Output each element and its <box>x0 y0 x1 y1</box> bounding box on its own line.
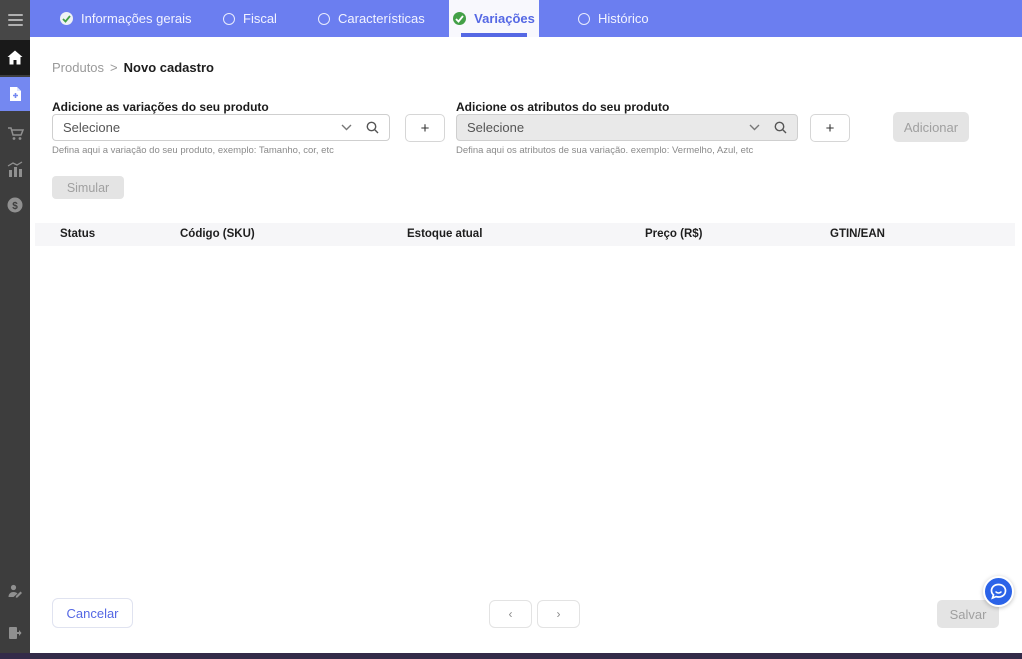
tab-historico[interactable]: Histórico <box>578 0 649 37</box>
bottom-window-edge <box>0 653 1022 659</box>
hamburger-icon <box>8 14 23 16</box>
variations-select[interactable]: Selecione <box>52 114 390 141</box>
attributes-select[interactable]: Selecione <box>456 114 798 141</box>
tab-fiscal[interactable]: Fiscal <box>223 0 277 37</box>
variations-helper-text: Defina aqui a variação do seu produto, e… <box>52 145 334 156</box>
add-attribute-button[interactable]: + <box>810 114 850 142</box>
sidebar-item-account[interactable] <box>0 578 30 604</box>
column-header-gtin: GTIN/EAN <box>830 228 885 240</box>
variations-label: Adicione as variações do seu produto <box>52 100 269 114</box>
chat-widget-button[interactable] <box>983 576 1014 607</box>
svg-text:$: $ <box>12 201 18 212</box>
sidebar-item-reports[interactable] <box>0 156 30 182</box>
tab-informacoes-gerais[interactable]: Informações gerais <box>60 0 192 37</box>
tab-label: Informações gerais <box>81 11 192 26</box>
column-header-estoque: Estoque atual <box>407 228 482 240</box>
check-circle-icon <box>60 12 73 25</box>
chat-bubble-icon <box>990 583 1007 600</box>
search-icon[interactable] <box>366 121 379 134</box>
tab-label: Características <box>338 11 425 26</box>
sidebar-item-logout[interactable] <box>0 620 30 646</box>
attributes-select-value: Selecione <box>467 120 524 135</box>
empty-circle-icon <box>318 13 330 25</box>
check-circle-icon <box>453 12 466 25</box>
pagination-prev-button[interactable]: ‹ <box>489 600 532 628</box>
pagination-next-button[interactable]: › <box>537 600 580 628</box>
variations-table-body-empty <box>35 246 1015 586</box>
chevron-down-icon <box>341 124 352 131</box>
variations-table-header: Status Código (SKU) Estoque atual Preço … <box>35 223 1015 246</box>
tab-caracteristicas[interactable]: Características <box>318 0 425 37</box>
wizard-tab-bar: Informações gerais Fiscal Característica… <box>30 0 1022 37</box>
document-add-icon <box>9 86 22 102</box>
tab-label: Histórico <box>598 11 649 26</box>
active-tab-underline <box>461 33 527 37</box>
search-icon[interactable] <box>774 121 787 134</box>
menu-toggle-button[interactable] <box>0 0 30 40</box>
dollar-icon: $ <box>7 197 23 213</box>
user-edit-icon <box>7 583 23 599</box>
breadcrumb-separator: > <box>110 60 118 75</box>
attributes-helper-text: Defina aqui os atributos de sua variação… <box>456 145 753 156</box>
tab-variacoes-active[interactable]: Variações <box>449 0 539 37</box>
empty-circle-icon <box>578 13 590 25</box>
tab-label: Fiscal <box>243 11 277 26</box>
attributes-label: Adicione os atributos do seu produto <box>456 100 669 114</box>
tab-label: Variações <box>474 11 535 26</box>
sidebar-item-home[interactable] <box>0 40 30 75</box>
variations-select-value: Selecione <box>63 120 120 135</box>
sidebar-item-new-product[interactable] <box>0 77 30 111</box>
logout-icon <box>7 625 23 641</box>
cart-icon <box>7 125 24 142</box>
home-icon <box>7 50 23 65</box>
add-variation-button[interactable]: + <box>405 114 445 142</box>
sidebar-item-finance[interactable]: $ <box>0 192 30 218</box>
chevron-down-icon <box>749 124 760 131</box>
column-header-sku: Código (SKU) <box>180 228 255 240</box>
chart-icon <box>7 161 24 178</box>
empty-circle-icon <box>223 13 235 25</box>
breadcrumb: Produtos > Novo cadastro <box>52 60 214 75</box>
sidebar-item-sales[interactable] <box>0 120 30 146</box>
breadcrumb-current: Novo cadastro <box>124 60 214 75</box>
adicionar-button[interactable]: Adicionar <box>893 112 969 142</box>
sidebar: $ <box>0 0 30 659</box>
column-header-status: Status <box>60 228 95 240</box>
cancel-button[interactable]: Cancelar <box>52 598 133 628</box>
simular-button[interactable]: Simular <box>52 176 124 199</box>
breadcrumb-parent[interactable]: Produtos <box>52 60 104 75</box>
column-header-preco: Preço (R$) <box>645 228 703 240</box>
